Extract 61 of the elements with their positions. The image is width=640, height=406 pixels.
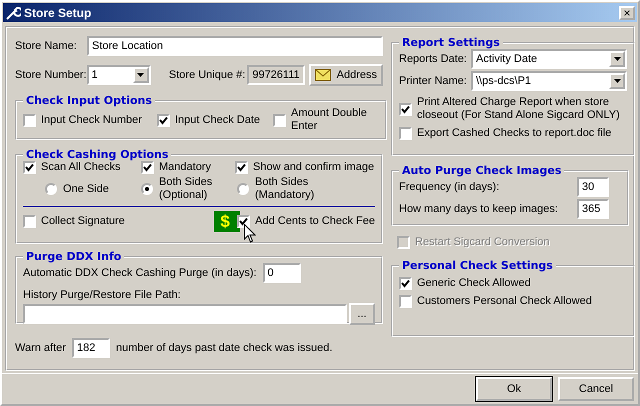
reports-date-dropdown[interactable]: Activity Date [471,49,627,69]
address-button[interactable]: Address [308,64,383,86]
file-path-field[interactable] [23,304,347,324]
field-label: Warn after [15,342,66,354]
checkbox-option[interactable]: Input Check Date [157,114,273,126]
group-title: Check Cashing Options [25,148,170,161]
field-label: Reports Date: [399,53,468,65]
checkbox-option[interactable]: Scan All Checks [23,161,141,174]
store-number-dropdown[interactable]: 1 [86,65,151,85]
days-field[interactable]: 365 [577,199,609,219]
checkbox-option[interactable]: Generic Check Allowed [399,277,627,290]
checkbox-option[interactable]: Export Cashed Checks to report.doc file [399,127,627,140]
field-label: Frequency (in days): [399,181,500,193]
dollar-badge: $ [214,211,240,232]
dropdown-arrow-icon [137,73,144,77]
group-title: Purge DDX Info [25,250,122,263]
checkbox-option[interactable]: Print Altered Charge Report when store closeout (For Stand Alone Sigcard ONLY) [399,96,627,122]
field-label: Store Unique #: [168,69,246,81]
warn-days-field[interactable]: 182 [72,338,110,358]
checkmark-icon [159,116,168,124]
checkmark-icon [401,279,410,288]
field-label: Store Number: [15,69,87,81]
checkmark-icon [239,217,248,226]
checkmark-icon [237,163,246,172]
dropdown-arrow-icon [614,79,620,83]
field-label: Printer Name: [399,75,468,87]
field-label: How many days to keep images: [399,203,558,215]
checkbox-option[interactable]: Collect Signature [23,215,125,228]
checkbox-option[interactable]: Amount Double Enter [273,107,379,133]
browse-button[interactable]: ... [349,303,375,325]
field-label: number of days past date check was issued. [116,342,332,354]
checkbox-option[interactable]: Input Check Number [23,114,157,126]
dialog-button[interactable]: Ok [476,377,552,401]
group-title: Check Input Options [25,94,153,107]
checkbox-option[interactable]: Customers Personal Check Allowed [399,295,627,308]
group-title: Personal Check Settings [401,259,554,272]
days-field[interactable]: 30 [577,177,609,197]
purge-days-field[interactable]: 0 [262,263,301,283]
envelope-icon [314,69,331,81]
radio-option[interactable]: Both Sides (Optional) [141,176,237,202]
radio-option[interactable]: One Side [45,176,141,202]
group-title: Auto Purge Check Images [401,164,562,177]
close-button[interactable]: × [619,6,635,20]
wrench-icon [5,4,21,20]
checkbox-option[interactable]: Show and confirm image [235,161,375,174]
radio-option[interactable]: Both Sides (Mandatory) [237,176,337,202]
dialog-button[interactable]: Cancel [558,377,634,401]
store-name-field[interactable]: Store Location [87,36,383,56]
store-unique-field: 99726111 [247,65,305,85]
checkmark-icon [25,163,34,172]
field-label: Automatic DDX Check Cashing Purge (in days): [23,267,257,279]
window-title: Store Setup [24,6,92,20]
checkbox-option[interactable]: Mandatory [141,161,235,174]
field-label: Store Name: [15,40,78,52]
printer-dropdown[interactable]: \\ps-dcs\P1 [471,71,627,91]
checkbox-option: Restart Sigcard Conversion [397,236,629,249]
checkmark-icon [401,104,410,114]
checkmark-icon [143,163,152,172]
group-title: Report Settings [401,36,501,49]
field-label: History Purge/Restore File Path: [23,289,182,301]
dropdown-arrow-icon [614,57,620,61]
